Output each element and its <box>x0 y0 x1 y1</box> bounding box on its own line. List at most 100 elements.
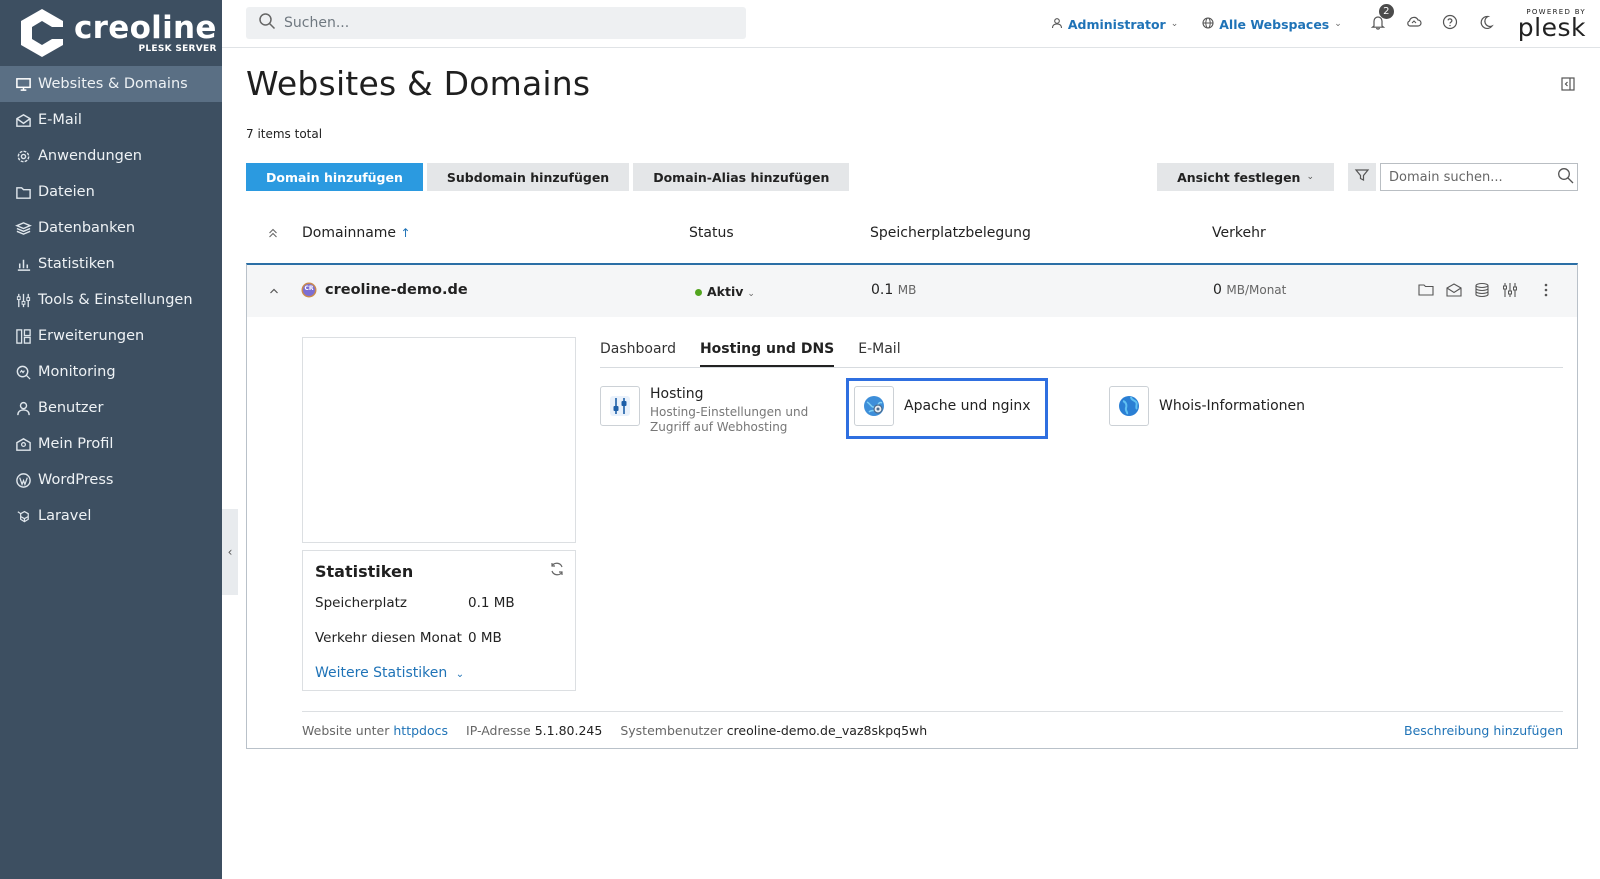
laravel-icon <box>14 507 32 525</box>
website-preview[interactable] <box>302 337 576 543</box>
globe-icon <box>1109 386 1149 426</box>
sidebar-item-label: Benutzer <box>38 400 104 416</box>
hosting-tile[interactable]: Hosting Hosting-Einstellungen und Zugrif… <box>600 386 840 435</box>
stats-title: Statistiken <box>315 562 414 581</box>
sidebar-item-benutzer[interactable]: Benutzer <box>0 390 222 426</box>
column-header-domain[interactable]: Domainname ↑ <box>302 225 411 241</box>
collapse-row-icon[interactable] <box>269 284 279 300</box>
domain-avatar-initials: CR <box>304 285 314 292</box>
sidebar-item-label: Monitoring <box>38 364 116 380</box>
refresh-icon[interactable] <box>549 561 565 577</box>
sidebar-item-wordpress[interactable]: WordPress <box>0 462 222 498</box>
column-header-status[interactable]: Status <box>689 225 734 241</box>
column-header-storage[interactable]: Speicherplatzbelegung <box>870 225 1031 241</box>
stats-value: 0.1 MB <box>468 595 515 611</box>
notifications-button[interactable]: 2 <box>1368 4 1394 34</box>
domain-tabs: Dashboard Hosting und DNS E-Mail <box>600 341 1563 368</box>
apache-nginx-tile[interactable]: Apache und nginx <box>854 386 1031 426</box>
stats-row: Speicherplatz 0.1 MB <box>315 595 563 611</box>
webspace-menu-label: Alle Webspaces <box>1219 16 1330 32</box>
folder-icon[interactable] <box>1417 281 1435 299</box>
search-icon[interactable] <box>1557 167 1574 188</box>
domain-entry: CR creoline-demo.de Aktiv ⌄ 0.1 MB 0 MB/M… <box>246 263 1578 749</box>
toolbar: Domain hinzufügen Subdomain hinzufügen D… <box>246 163 1578 191</box>
panel-collapse-icon <box>1560 77 1576 96</box>
divider <box>302 711 1563 712</box>
sidebar-item-monitoring[interactable]: Monitoring <box>0 354 222 390</box>
sidebar-item-label: Erweiterungen <box>38 328 145 344</box>
cloud-button[interactable] <box>1404 14 1424 34</box>
grid-icon <box>14 327 32 345</box>
add-description-link[interactable]: Beschreibung hinzufügen <box>1404 723 1563 738</box>
add-domain-button[interactable]: Domain hinzufügen <box>246 163 423 191</box>
domain-name-link[interactable]: creoline-demo.de <box>325 282 468 298</box>
help-button[interactable] <box>1440 14 1460 34</box>
sidebar-item-label: Websites & Domains <box>38 76 188 92</box>
chevron-down-icon: ⌄ <box>1306 172 1314 182</box>
chevron-down-icon: ⌄ <box>747 289 755 299</box>
side-panel-toggle[interactable] <box>1560 76 1576 92</box>
sidebar-item-statistiken[interactable]: Statistiken <box>0 246 222 282</box>
more-stats-link[interactable]: Weitere Statistiken ⌄ <box>315 665 563 681</box>
mail-icon[interactable] <box>1445 281 1463 299</box>
global-search[interactable] <box>246 7 746 39</box>
status-active-dot <box>695 289 702 296</box>
domain-search[interactable] <box>1380 163 1578 191</box>
sidebar-item-email[interactable]: E-Mail <box>0 102 222 138</box>
sliders-icon[interactable] <box>1501 281 1519 299</box>
sidebar-item-erweiterungen[interactable]: Erweiterungen <box>0 318 222 354</box>
tab-dashboard[interactable]: Dashboard <box>600 341 676 367</box>
plesk-wordmark: plesk <box>1517 13 1586 42</box>
view-settings-button[interactable]: Ansicht festlegen ⌄ <box>1157 163 1334 191</box>
add-subdomain-button[interactable]: Subdomain hinzufügen <box>426 163 630 191</box>
user-menu[interactable]: Administrator ⌄ <box>1051 17 1178 32</box>
traffic-number: 0 <box>1213 282 1222 298</box>
column-header-traffic[interactable]: Verkehr <box>1212 225 1266 241</box>
cloud-icon <box>1405 14 1423 34</box>
webspace-menu[interactable]: Alle Webspaces ⌄ <box>1202 17 1342 32</box>
sidebar-item-laravel[interactable]: Laravel <box>0 498 222 534</box>
filter-button[interactable] <box>1348 163 1376 191</box>
apache-nginx-tile-title: Apache und nginx <box>904 398 1031 414</box>
sidebar-collapse-button[interactable]: ‹ <box>222 509 238 595</box>
help-icon <box>1442 14 1458 34</box>
sidebar-item-label: Dateien <box>38 184 95 200</box>
creoline-logo-icon <box>16 7 68 59</box>
sidebar-item-datenbanken[interactable]: Datenbanken <box>0 210 222 246</box>
tab-email[interactable]: E-Mail <box>858 341 900 367</box>
status-dropdown[interactable]: Aktiv ⌄ <box>695 284 755 299</box>
more-options-icon[interactable] <box>1537 281 1555 299</box>
stats-label: Speicherplatz <box>315 595 408 611</box>
sidebar-item-label: Laravel <box>38 508 92 524</box>
folder-icon <box>14 183 32 201</box>
add-domain-alias-button[interactable]: Domain-Alias hinzufügen <box>633 163 850 191</box>
bar-chart-icon <box>14 255 32 273</box>
traffic-unit: MB/Monat <box>1226 283 1287 297</box>
more-stats-label: Weitere Statistiken <box>315 665 448 681</box>
hosting-settings-icon <box>600 386 640 426</box>
database-icon[interactable] <box>1473 281 1491 299</box>
status-label: Aktiv <box>707 284 744 299</box>
creoline-logo[interactable]: creoline PLESK SERVER <box>0 0 222 66</box>
theme-toggle-button[interactable] <box>1476 14 1496 34</box>
row-actions <box>1407 281 1555 299</box>
sidebar-item-dateien[interactable]: Dateien <box>0 174 222 210</box>
httpdocs-link[interactable]: httpdocs <box>393 723 448 738</box>
sysuser-value: creoline-demo.de_vaz8skpq5wh <box>726 723 928 738</box>
table-row: CR creoline-demo.de Aktiv ⌄ 0.1 MB 0 MB/M… <box>247 265 1577 317</box>
stats-card: Statistiken Speicherplatz 0.1 MB Verkehr… <box>302 550 576 691</box>
storage-unit: MB <box>897 283 917 297</box>
collapse-all-icon[interactable] <box>268 227 278 243</box>
search-input[interactable] <box>284 15 724 31</box>
sidebar-item-websites-domains[interactable]: Websites & Domains <box>0 66 222 102</box>
column-header-domain-label: Domainname <box>302 225 397 241</box>
whois-tile[interactable]: Whois-Informationen <box>1109 386 1305 426</box>
storage-value: 0.1 MB <box>871 282 916 298</box>
sidebar-item-anwendungen[interactable]: Anwendungen <box>0 138 222 174</box>
domain-search-input[interactable] <box>1389 169 1549 185</box>
stats-label: Verkehr diesen Monat <box>315 630 462 646</box>
sidebar-item-mein-profil[interactable]: Mein Profil <box>0 426 222 462</box>
sidebar-item-tools-einstellungen[interactable]: Tools & Einstellungen <box>0 282 222 318</box>
tab-hosting-dns[interactable]: Hosting und DNS <box>699 341 835 367</box>
sort-asc-icon: ↑ <box>400 226 411 240</box>
